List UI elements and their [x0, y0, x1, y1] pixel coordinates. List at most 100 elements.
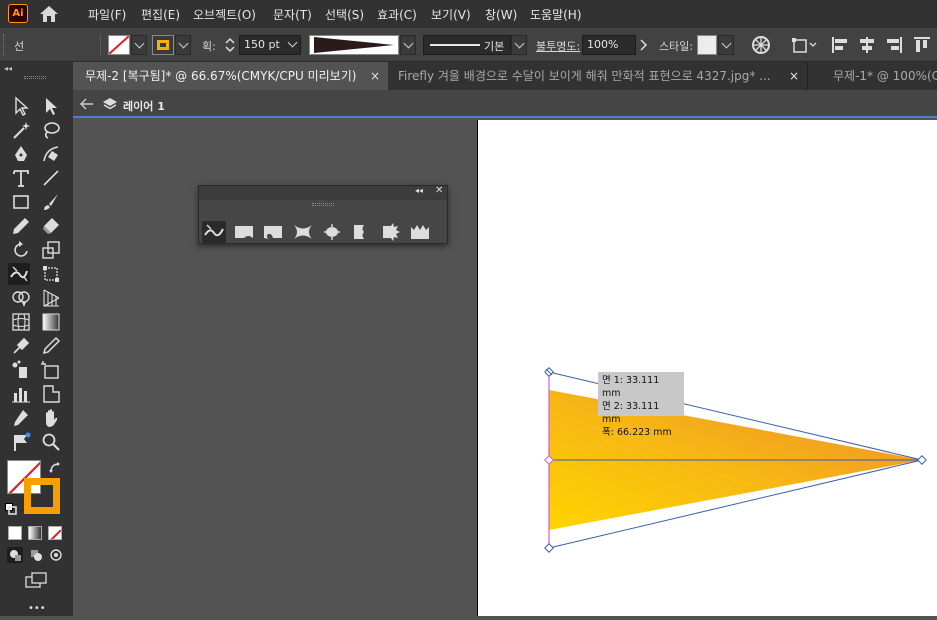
menu-window[interactable]: 창(W) — [485, 6, 517, 23]
width-handle-bottom[interactable] — [544, 543, 554, 553]
align-left-icon[interactable] — [830, 34, 850, 56]
direct-selection-icon[interactable] — [40, 95, 62, 117]
brush-dropdown[interactable] — [511, 35, 527, 55]
close-icon[interactable]: × — [789, 62, 799, 90]
menu-select[interactable]: 선택(S) — [325, 6, 364, 23]
opacity-input[interactable]: 100% — [582, 35, 636, 55]
menu-view[interactable]: 보기(V) — [431, 6, 471, 23]
magic-wand-icon[interactable] — [10, 119, 32, 141]
mesh-icon[interactable] — [10, 311, 32, 333]
draw-inside-icon[interactable] — [48, 547, 64, 563]
color-mode-button[interactable] — [8, 526, 22, 540]
flag-icon[interactable] — [10, 431, 32, 453]
symbol-sprayer-icon[interactable] — [10, 359, 32, 381]
bloat-icon[interactable] — [320, 221, 344, 243]
graph-icon[interactable] — [10, 383, 32, 405]
width-tools-panel[interactable]: ◂◂ ✕ — [198, 185, 448, 244]
eraser-icon[interactable] — [40, 215, 62, 237]
close-icon[interactable]: ✕ — [435, 185, 443, 196]
curvature-icon[interactable] — [40, 143, 62, 165]
draw-behind-icon[interactable] — [28, 547, 44, 563]
stroke-weight-dropdown[interactable] — [285, 35, 301, 55]
crystallize-icon[interactable] — [379, 221, 403, 243]
opacity-label[interactable]: 불투명도: — [536, 38, 580, 54]
collapse-panel-icon[interactable]: ◂◂ — [4, 64, 14, 73]
puppet-warp-icon[interactable] — [10, 407, 32, 429]
stroke-indicator[interactable] — [24, 478, 60, 514]
menu-file[interactable]: 파일(F) — [88, 6, 126, 23]
type-icon[interactable] — [10, 167, 32, 189]
artboard[interactable] — [477, 120, 937, 616]
style-dropdown[interactable] — [718, 35, 734, 55]
stroke-dropdown[interactable] — [175, 35, 191, 55]
panel-header[interactable]: ◂◂ ✕ — [199, 185, 447, 200]
menu-help[interactable]: 도움말(H) — [530, 6, 582, 23]
menu-edit[interactable]: 편집(E) — [141, 6, 180, 23]
edit-toolbar-icon[interactable]: ••• — [28, 604, 46, 614]
width-tool-icon[interactable] — [8, 263, 30, 285]
scale-icon[interactable] — [40, 239, 62, 261]
default-colors-icon[interactable] — [5, 500, 17, 515]
draw-normal-icon[interactable] — [7, 547, 23, 563]
artwork[interactable] — [478, 120, 937, 616]
line-icon[interactable] — [40, 167, 62, 189]
menu-type[interactable]: 문자(T) — [273, 6, 312, 23]
tab-untitled-1[interactable]: 무제-1* @ 100%(C — [809, 62, 937, 90]
opacity-flyout[interactable] — [637, 35, 651, 55]
scallop-icon[interactable] — [350, 221, 374, 243]
none-mode-button[interactable] — [48, 526, 62, 540]
end-anchor[interactable] — [917, 455, 927, 465]
gradient-icon[interactable] — [40, 311, 62, 333]
fill-dropdown[interactable] — [131, 35, 147, 55]
panel-grip-icon[interactable] — [24, 76, 46, 79]
stroke-gradient-swatch[interactable] — [152, 35, 174, 55]
blend-icon[interactable] — [40, 335, 62, 357]
width-profile-preview[interactable] — [309, 35, 399, 55]
align-center-icon[interactable] — [857, 34, 877, 56]
zoom-icon[interactable] — [40, 431, 62, 453]
stroke-weight-label: 획: — [202, 40, 216, 53]
pen-icon[interactable] — [10, 143, 32, 165]
fill-none-swatch[interactable] — [108, 35, 130, 55]
transform-icon[interactable] — [790, 34, 818, 56]
artboard-icon[interactable] — [40, 359, 62, 381]
hand-icon[interactable] — [40, 407, 62, 429]
width-tool-icon[interactable] — [202, 221, 226, 243]
swap-fill-stroke-icon[interactable] — [48, 460, 62, 474]
layer-name: 레이어 1 — [123, 100, 165, 113]
pucker-icon[interactable] — [291, 221, 315, 243]
align-top-icon[interactable] — [912, 34, 932, 56]
stroke-weight-stepper[interactable] — [223, 35, 237, 55]
pencil-icon[interactable] — [10, 215, 32, 237]
tab-firefly-image[interactable]: Firefly 겨울 배경으로 수달이 보이게 해줘 만화적 표현으로 4327… — [388, 62, 808, 90]
width-profile-dropdown[interactable] — [400, 35, 416, 55]
panel-grip-icon[interactable] — [312, 203, 334, 206]
collapse-icon[interactable]: ◂◂ — [415, 186, 423, 195]
menu-effect[interactable]: 효과(C) — [377, 6, 417, 23]
divider — [100, 34, 101, 56]
shape-builder-icon[interactable] — [10, 287, 32, 309]
back-arrow-icon[interactable] — [79, 96, 95, 112]
screen-mode-icon[interactable] — [24, 571, 48, 589]
selection-icon[interactable] — [10, 95, 32, 117]
eyedropper-icon[interactable] — [10, 335, 32, 357]
rectangle-icon[interactable] — [10, 191, 32, 213]
gradient-mode-button[interactable] — [28, 526, 42, 540]
twirl-icon[interactable] — [261, 221, 285, 243]
perspective-grid-icon[interactable] — [40, 287, 62, 309]
tab-untitled-2[interactable]: 무제-2 [복구됨]* @ 66.67%(CMYK/CPU 미리보기) × — [73, 62, 388, 90]
wrinkle-icon[interactable] — [408, 221, 432, 243]
close-icon[interactable]: × — [370, 62, 380, 90]
graphic-style-swatch[interactable] — [697, 35, 717, 55]
warp-icon[interactable] — [232, 221, 256, 243]
paintbrush-icon[interactable] — [40, 191, 62, 213]
home-icon[interactable] — [39, 5, 59, 23]
align-right-icon[interactable] — [884, 34, 904, 56]
brush-definition[interactable]: 기본 — [423, 35, 511, 55]
rotate-icon[interactable] — [10, 239, 32, 261]
recolor-artwork-icon[interactable] — [750, 34, 772, 56]
slice-icon[interactable] — [40, 383, 62, 405]
menu-object[interactable]: 오브젝트(O) — [193, 6, 256, 23]
lasso-icon[interactable] — [40, 119, 62, 141]
free-transform-icon[interactable] — [40, 263, 62, 285]
